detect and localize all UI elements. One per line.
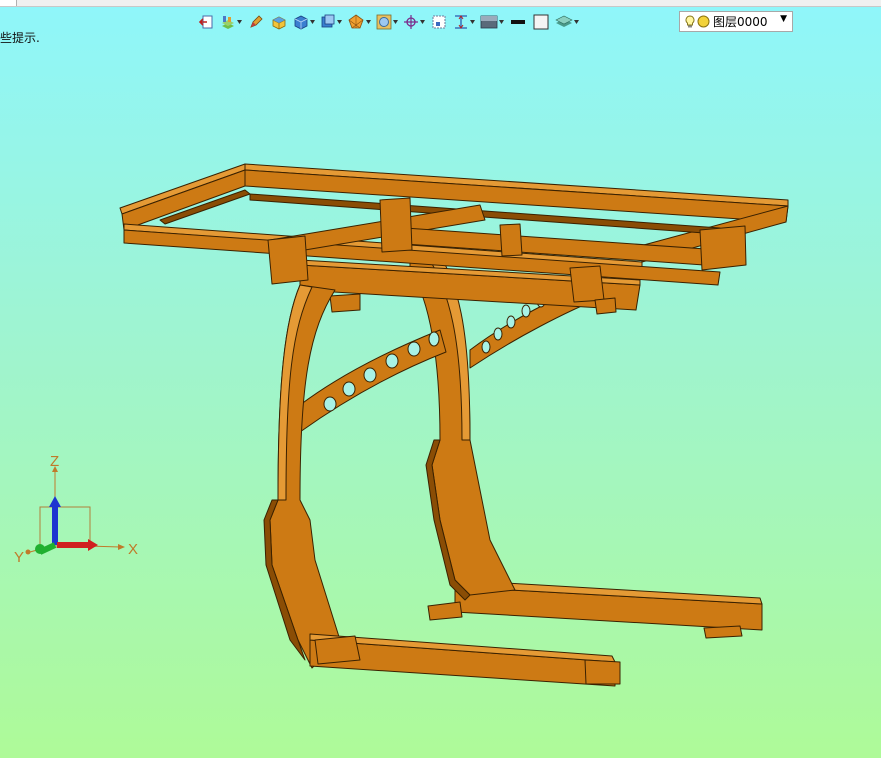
axis-triad: Z X Y <box>14 453 138 566</box>
left-base-rail[interactable] <box>309 633 621 687</box>
front-arch-brace[interactable] <box>299 329 447 433</box>
z-axis-arrow <box>52 505 58 545</box>
z-axis-label: Z <box>50 453 59 470</box>
x-axis-arrow <box>57 542 89 548</box>
x-axis-label: X <box>128 541 138 558</box>
frame-model[interactable] <box>119 163 789 687</box>
left-front-upright[interactable] <box>263 284 341 669</box>
3d-viewport[interactable]: Z X Y <box>0 0 881 758</box>
y-axis-label: Y <box>14 549 24 566</box>
